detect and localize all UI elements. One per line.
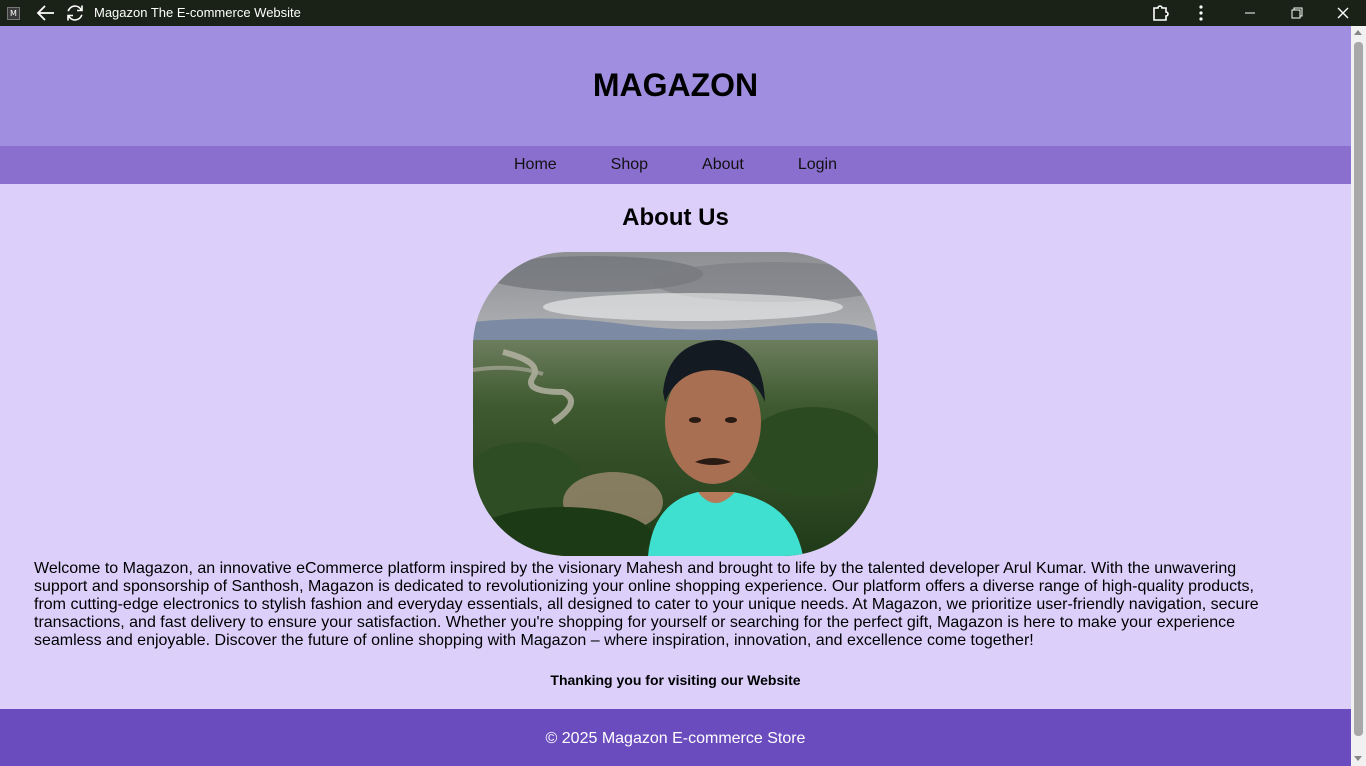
close-icon[interactable]	[1333, 3, 1353, 23]
site-favicon: M	[7, 7, 20, 20]
footer-copyright: © 2025 Magazon E-commerce Store	[545, 730, 806, 747]
nav-link-home[interactable]: Home	[487, 156, 584, 174]
page-viewport: MAGAZON Home Shop About Login About Us W…	[0, 26, 1351, 766]
kebab-menu-icon[interactable]	[1191, 3, 1211, 23]
browser-titlebar: M Magazon The E-commerce Website	[0, 0, 1366, 26]
tab-title: Magazon The E-commerce Website	[94, 5, 301, 20]
scrollbar-thumb[interactable]	[1354, 42, 1363, 736]
reload-icon[interactable]	[65, 3, 85, 23]
about-heading: About Us	[622, 204, 729, 231]
vertical-scrollbar[interactable]	[1351, 26, 1366, 766]
scroll-up-arrow-icon[interactable]	[1354, 30, 1362, 35]
thanks-message: Thanking you for visiting our Website	[550, 672, 801, 688]
site-title: MAGAZON	[592, 66, 759, 103]
scroll-down-arrow-icon[interactable]	[1354, 756, 1362, 761]
site-footer: © 2025 Magazon E-commerce Store	[0, 709, 1351, 766]
main-nav: Home Shop About Login	[0, 146, 1351, 184]
nav-link-shop[interactable]: Shop	[584, 156, 675, 174]
site-header: MAGAZON	[0, 26, 1351, 146]
profile-photo	[473, 252, 878, 556]
minimize-icon[interactable]	[1240, 3, 1260, 23]
extensions-icon[interactable]	[1151, 3, 1171, 23]
about-section: About Us Welcome to Magazon, an innovati…	[0, 184, 1351, 688]
back-arrow-icon[interactable]	[36, 3, 56, 23]
nav-link-about[interactable]: About	[675, 156, 771, 174]
nav-link-login[interactable]: Login	[771, 156, 864, 174]
restore-icon[interactable]	[1287, 3, 1307, 23]
about-paragraph: Welcome to Magazon, an innovative eComme…	[34, 560, 1259, 649]
